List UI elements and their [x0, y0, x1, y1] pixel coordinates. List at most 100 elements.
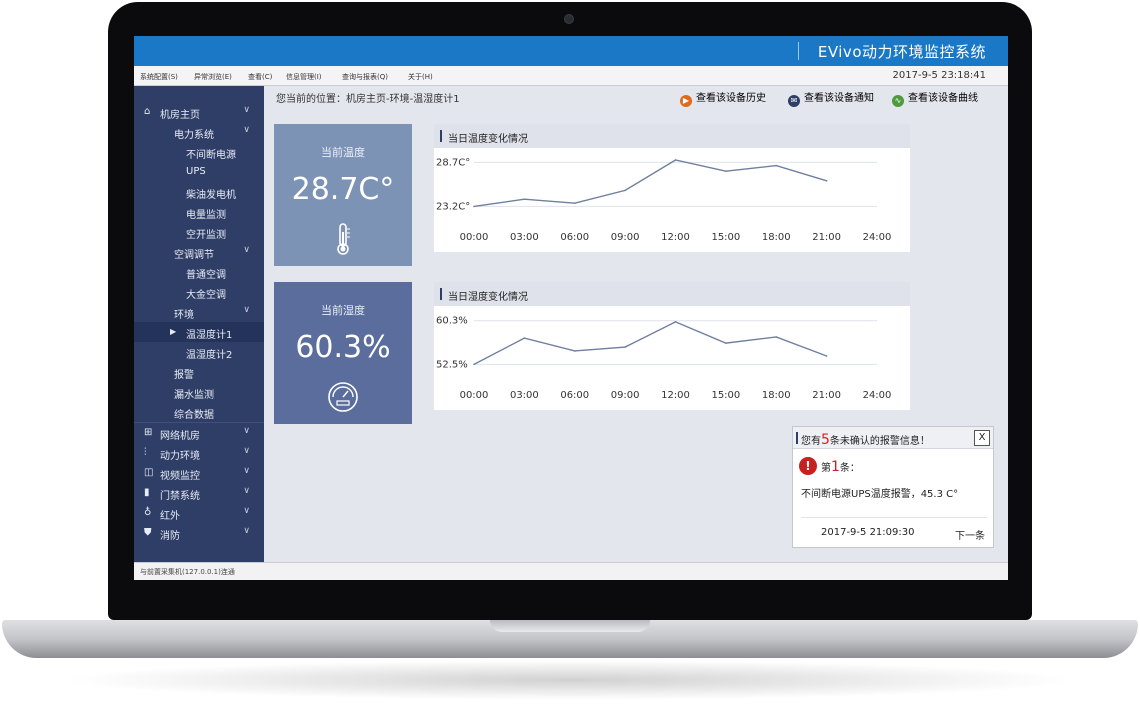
sidebar-item-power-system[interactable]: 电力系统 ∨ [134, 122, 264, 142]
view-history-label: 查看该设备历史 [696, 93, 766, 104]
sidebar-item-breaker[interactable]: 空开监测 [134, 222, 264, 242]
alarm-count: 5 [821, 432, 830, 448]
data-point [825, 355, 828, 357]
data-point [573, 202, 576, 204]
humidity-card: 当前湿度 60.3% [274, 282, 412, 424]
sidebar-item-env[interactable]: 环境 ∨ [134, 302, 264, 322]
sidebar-item-door[interactable]: ▮ 门禁系统 ∨ [134, 483, 264, 503]
sidebar-item-video[interactable]: ◫ 视频监控 ∨ [134, 463, 264, 483]
header-accent [796, 432, 798, 444]
view-curve-button[interactable]: ∿ 查看该设备曲线 [892, 89, 978, 107]
menu-about[interactable]: 关于(H) [408, 72, 433, 82]
sidebar-item-ac[interactable]: 空调调节 ∨ [134, 242, 264, 262]
sidebar-item-ups[interactable]: UPS [134, 162, 264, 182]
view-notify-label: 查看该设备通知 [804, 93, 874, 104]
sidebar-item-th2[interactable]: 温湿度计2 [134, 342, 264, 362]
close-button[interactable]: X [974, 430, 990, 446]
data-point [825, 180, 828, 182]
app-window: EVivo动力环境监控系统 系统配置(S) 异常浏览(E) 查看(C) 信息管理… [134, 36, 1008, 580]
sidebar-item-label: 机房主页 [160, 110, 200, 121]
temperature-value: 28.7C° [291, 172, 395, 207]
x-tick-label: 15:00 [711, 232, 740, 243]
x-tick-label: 00:00 [460, 232, 489, 243]
x-tick-label: 24:00 [863, 232, 892, 243]
data-point [775, 164, 778, 167]
alarm-popup-header: 您有5条未确认的报警信息！ X [793, 427, 993, 449]
menu-exception-browse[interactable]: 异常浏览(E) [194, 72, 232, 82]
sidebar: ⌂ 机房主页 ∨ 电力系统 ∨ 不间断电源 UPS 柴油发电机 电量监测 空开监… [134, 86, 264, 562]
x-tick-label: 03:00 [510, 232, 539, 243]
menu-system-config[interactable]: 系统配置(S) [140, 72, 178, 82]
sidebar-item-label: 综合数据 [174, 410, 214, 421]
sidebar-item-fire[interactable]: ⛊ 消防 ∨ [134, 523, 264, 543]
alarm-index-suffix: 条： [839, 463, 860, 474]
data-point [624, 346, 626, 348]
chart-body: 28.7C° 23.2C° 00:00 03:00 06:00 09:00 12:00 15:… [434, 148, 910, 252]
video-icon: ◫ [144, 467, 154, 478]
x-tick-label: 18:00 [762, 232, 791, 243]
data-point [674, 159, 677, 161]
alarm-index-prefix: 第 [821, 463, 831, 474]
x-tick-label: 06:00 [560, 390, 589, 401]
x-tick-label: 21:00 [812, 232, 841, 243]
alarm-title-prefix: 您有 [801, 436, 821, 447]
sidebar-item-label: 电量监测 [186, 210, 226, 221]
sidebar-item-diesel[interactable]: 柴油发电机 [134, 182, 264, 202]
view-notify-button[interactable]: ✉ 查看该设备通知 [788, 89, 874, 107]
sidebar-item-label: 视频监控 [160, 471, 200, 482]
sidebar-item-ir[interactable]: ♁ 红外 ∨ [134, 503, 264, 523]
series-line [473, 321, 827, 366]
sidebar-item-power-env[interactable]: ⫶ 动力环境 ∨ [134, 443, 264, 463]
sidebar-item-label: UPS [186, 166, 206, 177]
chevron-down-icon: ∨ [243, 486, 250, 496]
humidity-chart: 60.3% 52.5% 00:00 03:00 06:00 09:00 12:00 15:00… [436, 316, 891, 401]
sidebar-item-alarm[interactable]: 报警 [134, 362, 264, 382]
sidebar-item-label: 漏水监测 [174, 390, 214, 401]
temperature-card: 当前温度 28.7C° [274, 124, 412, 266]
sidebar-item-data[interactable]: 综合数据 [134, 402, 264, 422]
sidebar-item-energy[interactable]: 电量监测 [134, 202, 264, 222]
camera-icon [564, 14, 574, 24]
selected-arrow-icon: ▶ [170, 327, 177, 336]
sidebar-item-label: 电力系统 [174, 130, 214, 141]
sidebar-item-label: 温湿度计2 [186, 350, 233, 361]
chart-body: 60.3% 52.5% 00:00 03:00 06:00 09:00 12:00 15:00… [434, 306, 910, 410]
view-curve-label: 查看该设备曲线 [908, 93, 978, 104]
sidebar-item-label: 不间断电源 [186, 150, 236, 161]
chevron-down-icon: ∨ [243, 105, 250, 115]
sidebar-item-precision-ac[interactable]: 大金空调 [134, 282, 264, 302]
curve-icon: ∿ [892, 95, 904, 107]
thermometer-icon [337, 223, 350, 255]
y-tick-label: 23.2C° [436, 201, 470, 212]
x-tick-label: 15:00 [711, 390, 740, 401]
sidebar-item-ups-power[interactable]: 不间断电源 [134, 142, 264, 162]
sidebar-item-label: 报警 [174, 370, 194, 381]
data-point [523, 198, 526, 200]
x-tick-label: 09:00 [611, 390, 640, 401]
humidity-value: 60.3% [295, 330, 391, 365]
menu-view[interactable]: 查看(C) [248, 72, 272, 82]
sidebar-item-home[interactable]: ⌂ 机房主页 ∨ [134, 102, 264, 122]
chevron-down-icon: ∨ [243, 305, 250, 315]
sidebar-item-leak[interactable]: 漏水监测 [134, 382, 264, 402]
humidity-chart-panel: 当日湿度变化情况 60.3% 52.5% 00:00 03:00 06:00 09:00 1… [434, 282, 910, 410]
next-alarm-button[interactable]: 下一条 [955, 527, 985, 542]
sidebar-item-normal-ac[interactable]: 普通空调 [134, 262, 264, 282]
warning-icon: ! [799, 457, 817, 475]
chevron-down-icon: ∨ [243, 506, 250, 516]
sidebar-item-label: 网络机房 [160, 431, 200, 442]
sidebar-item-label: 红外 [160, 511, 180, 522]
temperature-label: 当前温度 [321, 146, 365, 159]
header-accent [440, 130, 442, 142]
menu-info-management[interactable]: 信息管理(I) [286, 72, 322, 82]
sidebar-item-network[interactable]: ⊞ 网络机房 ∨ [134, 423, 264, 443]
sidebar-item-th1[interactable]: ▶ 温湿度计1 [134, 322, 264, 342]
y-tick-label: 28.7C° [436, 157, 470, 168]
view-history-button[interactable]: ▶ 查看该设备历史 [680, 89, 766, 107]
data-point [624, 189, 626, 192]
sidebar-item-label: 空调调节 [174, 250, 214, 261]
menu-query-report[interactable]: 查询与报表(Q) [342, 72, 388, 82]
alarm-index-number: 1 [831, 459, 840, 475]
humidity-label: 当前湿度 [321, 304, 365, 317]
laptop-frame: EVivo动力环境监控系统 系统配置(S) 异常浏览(E) 查看(C) 信息管理… [0, 0, 1140, 712]
